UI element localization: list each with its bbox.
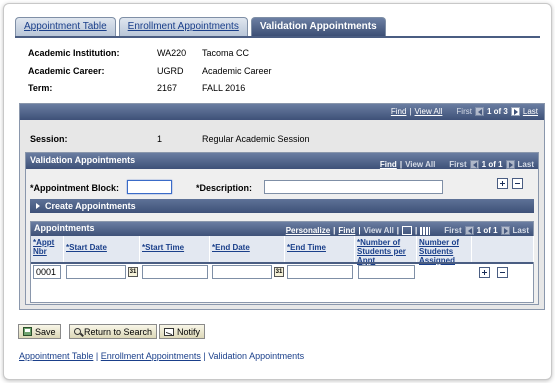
description-label: *Description: [196,183,253,193]
session-nav-bar: Find | View All First 1 of 3 Last [20,104,544,120]
session-scroll-area: Find | View All First 1 of 3 Last Sessio… [19,103,545,310]
create-appointments-toggle[interactable]: Create Appointments [30,199,534,213]
footer-separator: | [95,351,99,361]
row-count: 1 of 1 [481,160,503,169]
delete-row-icon[interactable] [512,178,523,189]
find-link[interactable]: Find [380,157,397,172]
notify-button[interactable]: Notify [159,324,206,339]
validation-nav: Find | View All First 1 of 1 Last [380,157,534,172]
tab-enrollment-appointments[interactable]: Enrollment Appointments [118,17,248,36]
last-link[interactable]: Last [523,107,538,116]
term-label: Term: [28,83,53,93]
tab-underline [15,36,540,38]
row-count: 1 of 3 [486,107,508,116]
tab-appointment-table[interactable]: Appointment Table [15,17,116,36]
return-to-search-button[interactable]: Return to Search [69,324,158,339]
delete-row-icon[interactable] [497,267,508,278]
first-label: First [456,107,472,116]
calendar-icon[interactable]: 31 [274,267,284,277]
end-time-input[interactable] [287,265,353,279]
career-name: Academic Career [202,66,272,76]
students-per-appt-input[interactable] [358,265,415,279]
save-icon [23,327,32,336]
save-label: Save [35,326,56,337]
previous-arrow-icon[interactable] [469,160,479,169]
search-icon [74,328,81,335]
nav-separator: | [399,160,403,169]
footer-link-enrollment-appointments[interactable]: Enrollment Appointments [101,351,201,361]
next-arrow-icon[interactable] [510,107,520,116]
add-row-icon[interactable] [497,178,508,189]
appointment-block-label: *Appointment Block: [30,183,119,193]
session-nav: Find | View All First 1 of 3 Last [391,107,538,116]
column-header-appt-nbr[interactable]: *Appt Nbr [31,236,64,262]
start-time-input[interactable] [142,265,208,279]
previous-arrow-icon[interactable] [464,226,474,235]
column-header-actions [472,236,534,262]
session-label: Session: [30,134,68,144]
view-all-label: View All [405,160,436,169]
session-number: 1 [157,134,163,144]
download-grid-icon[interactable] [420,226,431,235]
institution-name: Tacoma CC [202,48,250,58]
notify-label: Notify [177,326,201,337]
appointments-title: Appointments [34,223,95,233]
return-to-search-label: Return to Search [84,326,153,337]
appointments-grid: Appointments Personalize | Find | View A… [30,221,534,303]
next-arrow-icon[interactable] [505,160,515,169]
add-row-icon[interactable] [479,267,490,278]
end-date-input[interactable] [212,265,272,279]
career-label: Academic Career: [28,66,105,76]
column-header-students-assigned[interactable]: Number of Students Assigned [417,236,472,265]
start-date-input[interactable] [66,265,126,279]
expand-triangle-icon [36,203,40,209]
footer-separator: | [203,351,206,361]
validation-appointments-area: Validation Appointments Find | View All … [25,152,539,305]
institution-code: WA220 [157,48,187,58]
term-code: 2167 [157,83,178,93]
footer-links: Appointment Table | Enrollment Appointme… [19,351,304,361]
footer-link-appointment-table[interactable]: Appointment Table [19,351,93,361]
column-header-start-date[interactable]: *Start Date [64,236,140,262]
create-appointments-label: Create Appointments [45,201,136,211]
save-button[interactable]: Save [18,324,61,339]
career-code: UGRD [157,66,184,76]
last-label: Last [517,160,534,169]
tab-bar: Appointment Table Enrollment Appointment… [15,17,386,37]
next-arrow-icon[interactable] [500,226,510,235]
zoom-grid-icon[interactable] [402,226,413,235]
validation-appointments-title: Validation Appointments [30,155,136,165]
previous-arrow-icon[interactable] [474,107,484,116]
institution-label: Academic Institution: [28,48,120,58]
validation-appointments-bar: Validation Appointments Find | View All … [26,153,538,169]
nav-separator: | [409,107,412,116]
footer-current-page: Validation Appointments [208,351,305,361]
column-header-students-per-appt[interactable]: *Number of Students per Appt [355,236,417,265]
appointments-bar: Appointments Personalize | Find | View A… [31,222,533,236]
first-label: First [449,160,467,169]
appt-nbr-cell: 0001 [33,265,61,279]
header-divider [31,262,533,264]
column-header-start-time[interactable]: *Start Time [140,236,210,262]
term-name: FALL 2016 [202,83,246,93]
find-link[interactable]: Find [391,107,407,116]
description-input[interactable] [264,180,443,194]
column-header-end-time[interactable]: *End Time [285,236,355,262]
appointment-block-input[interactable] [127,180,172,194]
view-all-link[interactable]: View All [415,107,443,116]
notify-icon [164,327,174,336]
page-frame: Appointment Table Enrollment Appointment… [3,3,552,380]
column-header-end-date[interactable]: *End Date [210,236,285,262]
session-description: Regular Academic Session [202,134,310,144]
calendar-icon[interactable]: 31 [128,267,138,277]
tab-validation-appointments[interactable]: Validation Appointments [250,17,386,36]
